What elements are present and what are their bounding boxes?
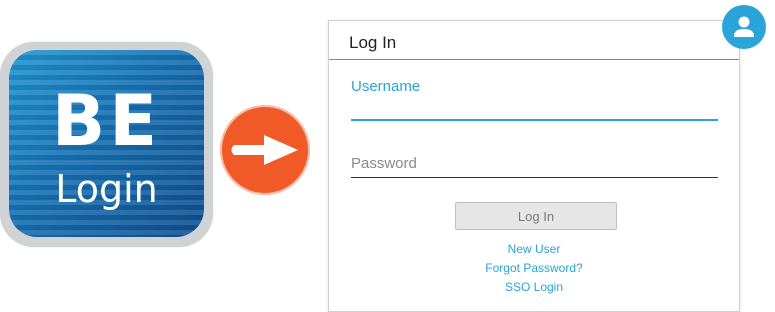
user-avatar[interactable]: [722, 5, 766, 49]
user-icon: [734, 16, 754, 37]
username-input[interactable]: [351, 97, 718, 121]
login-card: Log In Username Log In New User Forgot P…: [328, 20, 740, 312]
sso-login-link[interactable]: SSO Login: [329, 280, 739, 294]
new-user-link[interactable]: New User: [329, 242, 739, 256]
app-icon-face: BE Login: [9, 50, 204, 237]
app-icon-title: BE: [51, 80, 162, 162]
card-header: Log In: [329, 21, 739, 60]
username-label: Username: [351, 78, 421, 95]
app-icon-subtitle: Login: [55, 167, 158, 211]
app-icon: BE Login: [0, 42, 213, 247]
password-input[interactable]: [351, 149, 718, 178]
forgot-password-link[interactable]: Forgot Password?: [329, 261, 739, 275]
arrow-right-icon: [220, 105, 310, 195]
login-button[interactable]: Log In: [455, 202, 617, 230]
login-title: Log In: [349, 33, 397, 52]
